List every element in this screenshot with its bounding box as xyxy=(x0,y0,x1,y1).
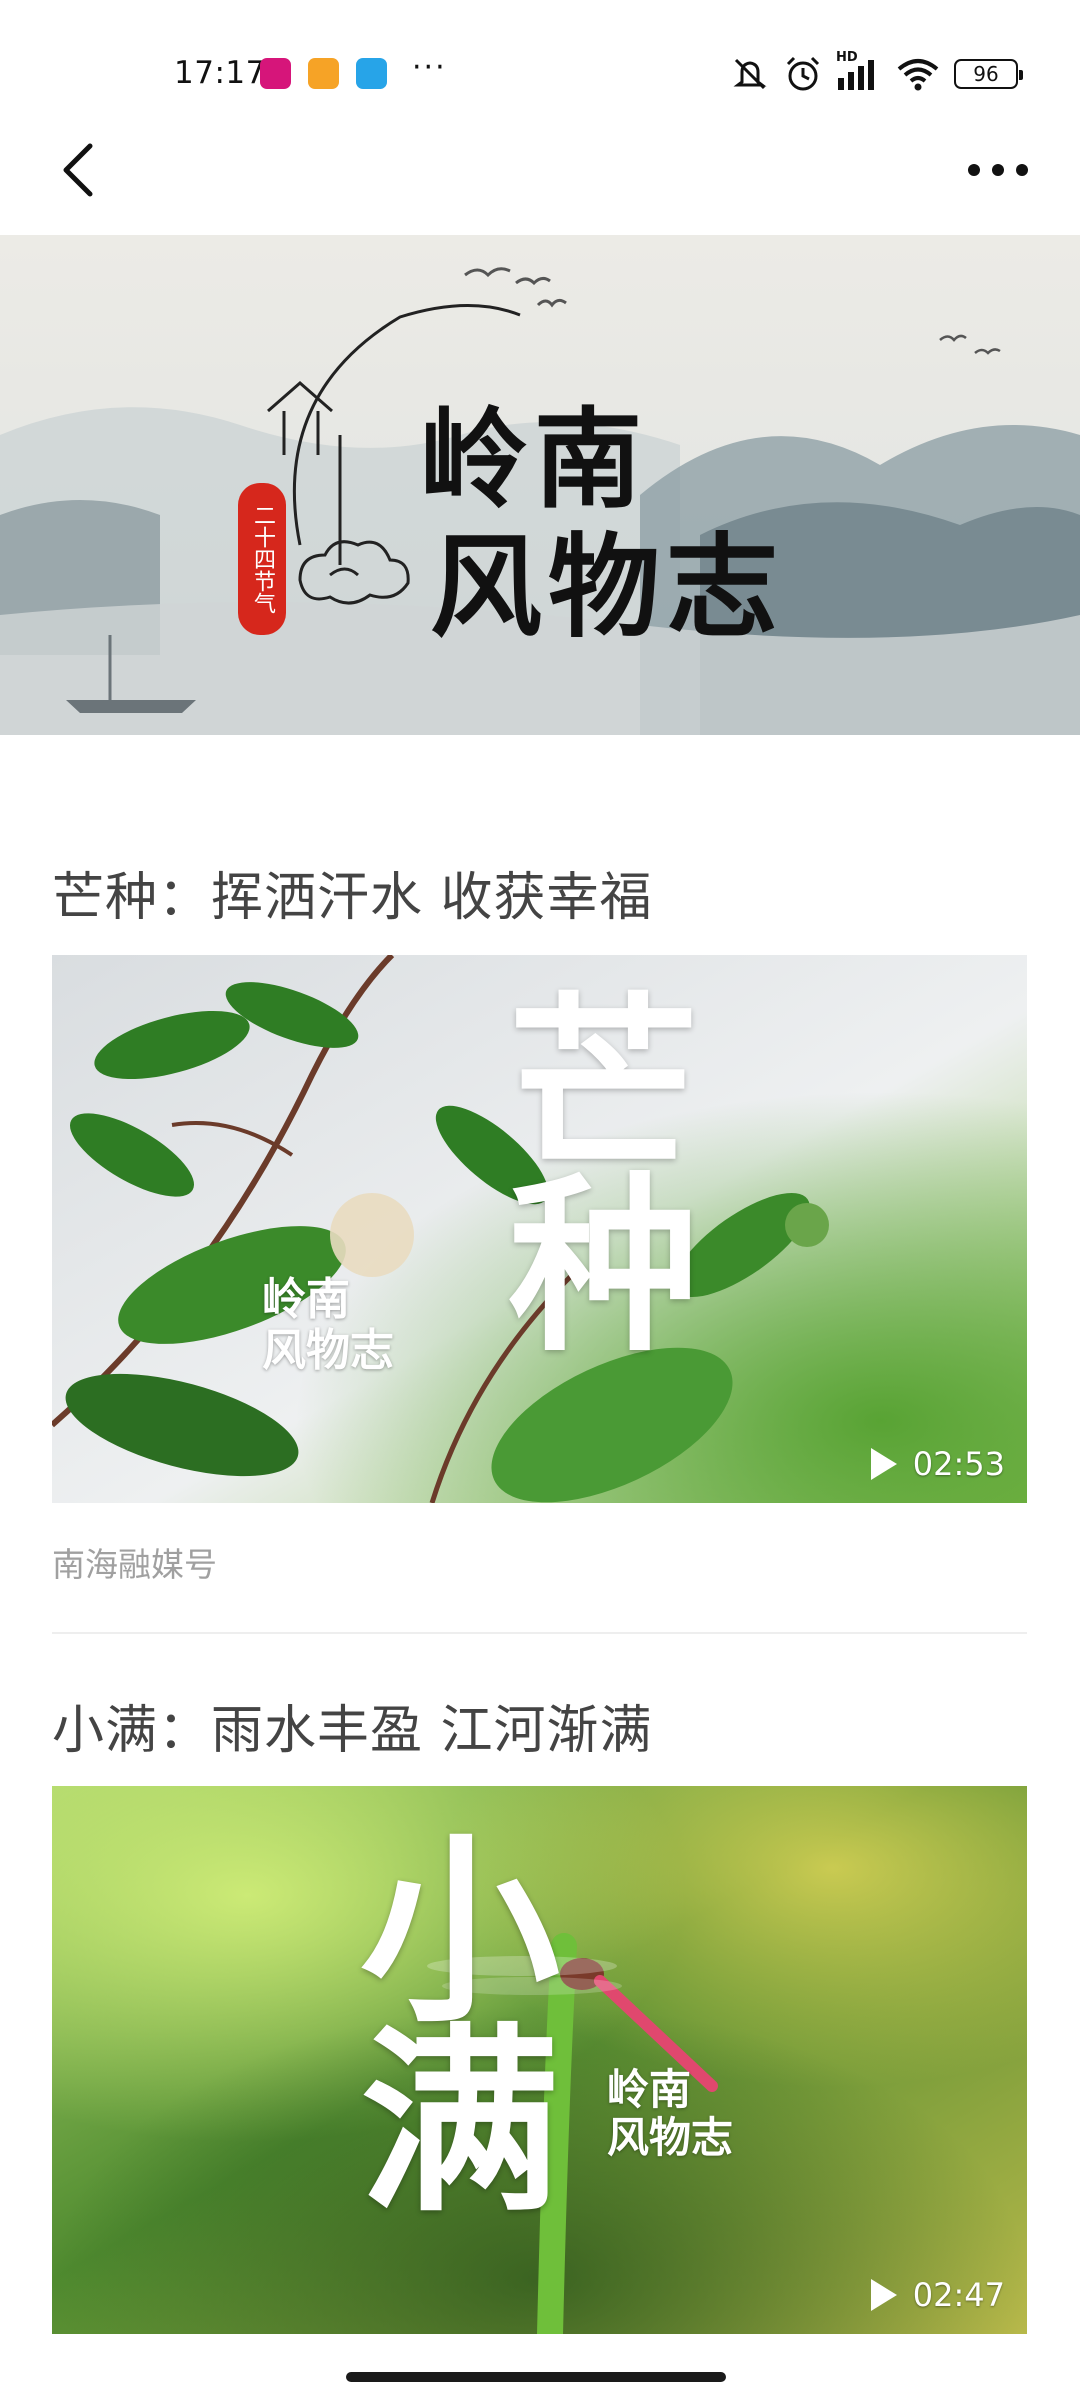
status-time: 17:17 xyxy=(174,55,266,91)
article-title[interactable]: 小满：雨水丰盈 江河渐满 xyxy=(52,1688,653,1763)
app-icon-pink xyxy=(260,58,291,89)
home-indicator[interactable] xyxy=(346,2372,726,2382)
article-title[interactable]: 芒种：挥洒汗水 收获幸福 xyxy=(52,855,653,930)
video-logo-line2: 风物志 xyxy=(262,1324,394,1376)
app-icon-blue xyxy=(356,58,387,89)
play-icon xyxy=(870,1448,897,1480)
video-logo-line1: 岭南 xyxy=(607,2065,692,2114)
video-big-text: 芒种 xyxy=(476,985,699,1345)
divider xyxy=(52,1632,1027,1634)
header-banner: 二十四节气 岭南 风物志 xyxy=(0,235,1080,735)
video-thumbnail[interactable]: 芒种 岭南 风物志 02:53 xyxy=(52,955,1027,1503)
video-duration: 02:47 xyxy=(870,2276,1005,2314)
duration-text: 02:53 xyxy=(912,1445,1005,1483)
video-thumbnail[interactable]: 小满 岭南 风物志 02:47 xyxy=(52,1786,1027,2334)
video-logo: 岭南 风物志 xyxy=(607,2065,734,2163)
video-duration: 02:53 xyxy=(870,1445,1005,1483)
video-logo-line2: 风物志 xyxy=(607,2113,734,2163)
duration-text: 02:47 xyxy=(912,2276,1005,2314)
more-horizontal-icon[interactable] xyxy=(958,140,1038,200)
banner-seal: 二十四节气 xyxy=(238,483,286,635)
status-bar: 17:17 ··· HD 96 xyxy=(0,0,1080,140)
status-right-icons: HD 96 xyxy=(730,50,1023,93)
status-more-dots: ··· xyxy=(412,50,447,85)
alarm-icon xyxy=(786,56,820,91)
video-logo-line1: 岭南 xyxy=(262,1274,350,1325)
wifi-icon xyxy=(897,59,939,91)
battery-indicator: 96 xyxy=(954,59,1023,89)
play-icon xyxy=(870,2279,897,2311)
video-big-text: 小满 xyxy=(325,1826,560,2206)
banner-title-line2: 风物志 xyxy=(430,522,784,653)
mute-icon xyxy=(733,58,767,90)
app-icon-orange xyxy=(308,58,339,89)
video-logo: 岭南 风物志 xyxy=(262,1274,394,1376)
signal-icon: HD xyxy=(836,50,882,92)
chevron-left-icon[interactable] xyxy=(50,138,110,198)
article-source[interactable]: 南海融媒号 xyxy=(52,1538,217,1586)
